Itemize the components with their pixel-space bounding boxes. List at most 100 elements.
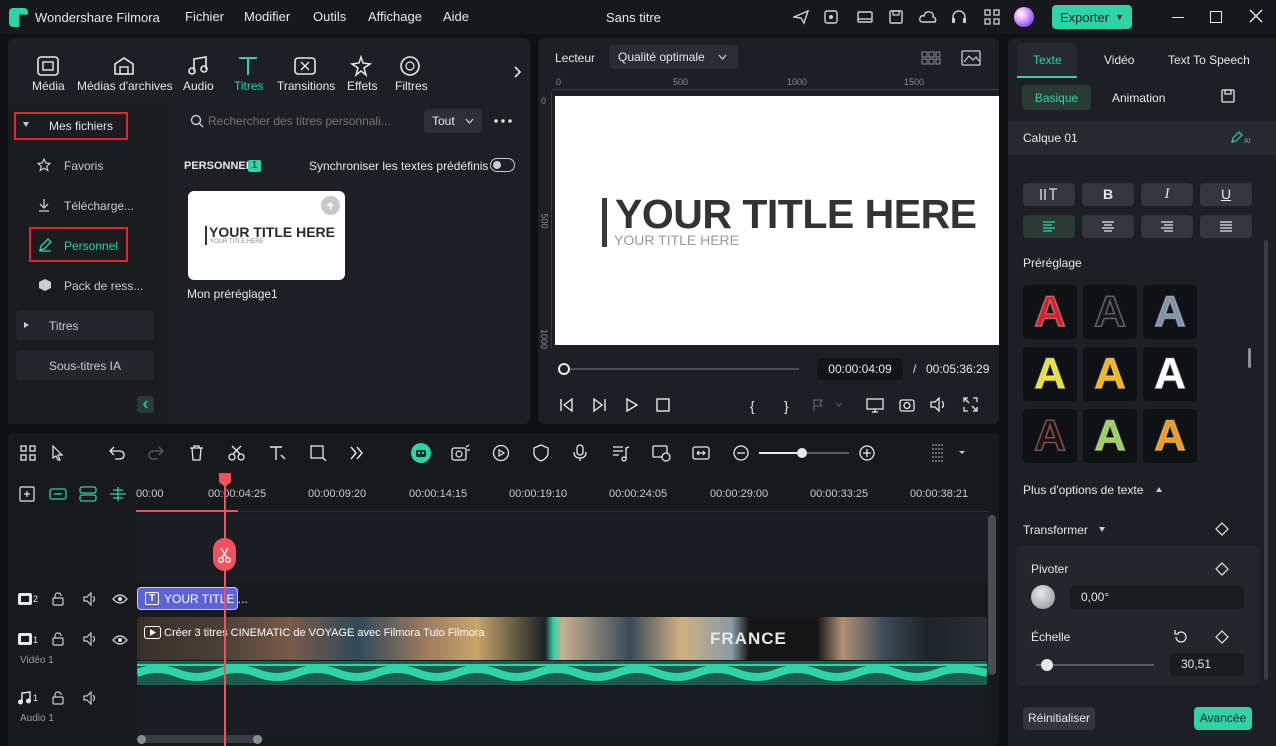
chevron-right-icon[interactable] — [514, 66, 522, 78]
keyframe-diamond-icon[interactable] — [1215, 630, 1229, 644]
smart-clip-icon[interactable] — [451, 444, 471, 462]
sidebar-item-favoris[interactable]: Favoris — [64, 159, 103, 173]
tab-stock-media[interactable]: Médias d'archives — [77, 79, 173, 93]
snap-icon[interactable] — [109, 486, 127, 502]
apps-grid-icon[interactable] — [984, 9, 1000, 25]
sidebar-item-telecharge[interactable]: Télécharge... — [64, 199, 134, 213]
split-icon[interactable] — [228, 445, 245, 461]
tasks-icon[interactable] — [823, 9, 839, 25]
lock-icon[interactable] — [52, 691, 64, 705]
quality-dropdown[interactable]: Qualité optimale — [609, 45, 738, 69]
menu-affichage[interactable]: Affichage — [368, 9, 422, 24]
tab-video[interactable]: Vidéo — [1104, 53, 1134, 67]
auto-highlight-icon[interactable] — [492, 444, 510, 462]
zoom-slider-handle[interactable] — [797, 448, 807, 458]
screen-record-icon[interactable] — [652, 444, 672, 462]
text-tool-icon[interactable] — [269, 445, 287, 461]
bold-button[interactable]: B — [1082, 183, 1134, 206]
right-panel-scrollbar[interactable] — [1264, 240, 1268, 680]
rotate-input[interactable]: 0,00° — [1070, 586, 1244, 609]
link-icon[interactable] — [49, 486, 67, 502]
more-options-icon[interactable] — [494, 119, 512, 123]
zoom-in-icon[interactable] — [859, 445, 875, 461]
preset-style-8[interactable]: A — [1083, 409, 1137, 463]
crop-icon[interactable] — [310, 445, 327, 461]
audio-waveform[interactable] — [137, 661, 987, 685]
play-icon[interactable] — [625, 397, 639, 413]
preset-style-6[interactable]: A — [1143, 347, 1197, 401]
save-preset-icon[interactable] — [1221, 89, 1235, 103]
eye-icon[interactable] — [112, 634, 128, 646]
shield-icon[interactable] — [533, 444, 549, 462]
stock-media-icon[interactable] — [113, 56, 135, 76]
sidebar-item-pack[interactable]: Pack de ress... — [64, 279, 143, 293]
italic-button[interactable]: I — [1141, 183, 1193, 206]
fit-icon[interactable] — [692, 444, 710, 462]
eye-icon[interactable] — [112, 593, 128, 605]
more-tools-icon[interactable] — [350, 446, 364, 460]
scrollbar-start-handle[interactable] — [137, 735, 146, 744]
mark-in-icon[interactable]: { — [750, 398, 755, 414]
split-scissors-button[interactable] — [213, 538, 236, 571]
keyframe-diamond-icon[interactable] — [1215, 522, 1229, 536]
tab-audio[interactable]: Audio — [183, 79, 214, 93]
media-icon[interactable] — [37, 56, 59, 76]
minimize-icon[interactable] — [1172, 17, 1184, 18]
lock-icon[interactable] — [52, 632, 64, 646]
track-layout-icon[interactable] — [930, 443, 970, 463]
display-icon[interactable] — [866, 397, 884, 413]
subtab-animation[interactable]: Animation — [1112, 91, 1165, 105]
transform-label[interactable]: Transformer — [1023, 523, 1088, 537]
horizontal-scrollbar[interactable] — [137, 735, 263, 743]
keyframe-diamond-icon[interactable] — [1215, 562, 1229, 576]
playhead-line[interactable] — [224, 478, 226, 746]
reset-button[interactable]: Réinitialiser — [1023, 707, 1095, 730]
undo-icon[interactable] — [109, 445, 125, 461]
scale-slider-track[interactable] — [1036, 664, 1154, 666]
ai-assistant-icon[interactable] — [411, 443, 431, 463]
save-icon[interactable] — [888, 9, 904, 25]
more-options-label[interactable]: Plus d'options de texte — [1023, 483, 1143, 497]
scrollbar-end-handle[interactable] — [253, 735, 262, 744]
close-icon[interactable] — [1249, 9, 1263, 23]
volume-icon[interactable] — [930, 397, 947, 412]
music-list-icon[interactable] — [612, 444, 630, 462]
reset-icon[interactable] — [1173, 629, 1189, 645]
tab-media[interactable]: Média — [32, 79, 65, 93]
filters-icon[interactable] — [399, 55, 421, 77]
marker-icon[interactable] — [812, 398, 844, 412]
audio-track-icon[interactable] — [83, 632, 98, 646]
maximize-icon[interactable] — [1210, 11, 1222, 23]
rotate-knob[interactable] — [1031, 585, 1055, 609]
justify-button[interactable] — [1200, 215, 1252, 238]
snapshot-icon[interactable] — [899, 397, 915, 412]
send-icon[interactable] — [793, 9, 809, 25]
tab-transitions[interactable]: Transitions — [277, 79, 335, 93]
scale-input[interactable]: 30,51 — [1170, 653, 1244, 676]
menu-fichier[interactable]: Fichier — [185, 9, 224, 24]
menu-modifier[interactable]: Modifier — [244, 9, 290, 24]
tab-titles[interactable]: Titres — [234, 79, 264, 93]
advanced-button[interactable]: Avancée — [1194, 707, 1252, 730]
grid-view-icon[interactable] — [921, 51, 941, 65]
ai-edit-icon[interactable]: AI — [1231, 130, 1251, 144]
playback-handle[interactable] — [558, 363, 570, 375]
group-icon[interactable] — [79, 486, 97, 502]
delete-icon[interactable] — [189, 445, 204, 461]
sync-toggle[interactable] — [490, 158, 515, 172]
select-tool-icon[interactable] — [51, 445, 69, 461]
mark-out-icon[interactable]: } — [784, 398, 789, 414]
audio-track-icon[interactable] — [83, 592, 98, 606]
playback-progress-track[interactable] — [561, 368, 799, 370]
add-track-icon[interactable] — [19, 486, 35, 502]
subtab-basique[interactable]: Basique — [1022, 85, 1091, 110]
headset-icon[interactable] — [951, 9, 967, 25]
layout-icon[interactable] — [857, 9, 873, 25]
preset-style-3[interactable]: A — [1143, 285, 1197, 339]
preset-style-9[interactable]: A — [1143, 409, 1197, 463]
align-left-button[interactable] — [1023, 215, 1075, 238]
transitions-icon[interactable] — [294, 56, 316, 76]
zoom-out-icon[interactable] — [733, 445, 749, 461]
tab-effects[interactable]: Effets — [347, 79, 377, 93]
sidebar-item-titres[interactable] — [16, 310, 154, 340]
